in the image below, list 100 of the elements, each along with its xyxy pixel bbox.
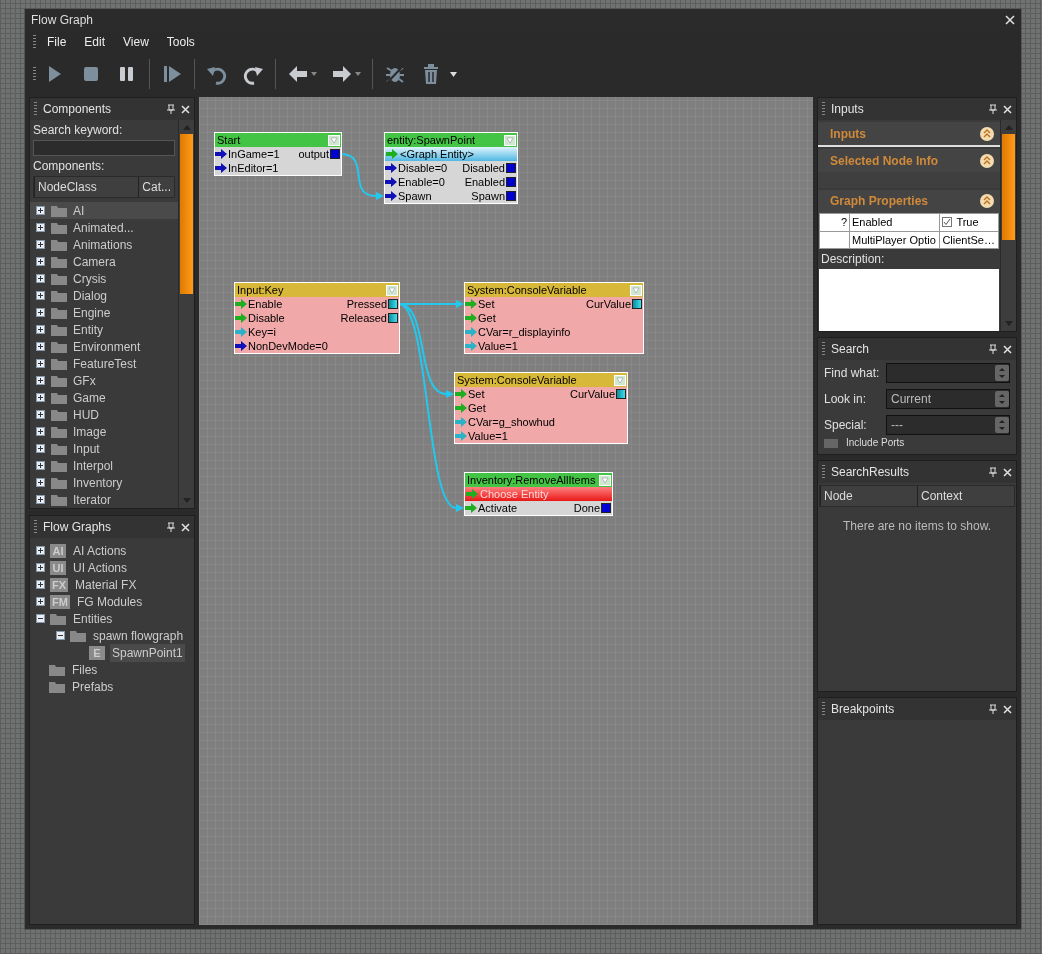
close-icon[interactable] — [181, 522, 190, 532]
tree-item[interactable]: FX Material FX — [36, 576, 194, 593]
close-icon[interactable] — [1003, 104, 1012, 114]
collapse-icon[interactable] — [980, 194, 994, 209]
title-bar[interactable]: Inventory:RemoveAllItems — [465, 473, 612, 487]
flow-node[interactable]: Input:Key Enable Pressed Disable Released Key=i NonDevMode=0 — [234, 282, 400, 354]
close-icon[interactable] — [1003, 704, 1012, 714]
tree-item[interactable]: Engine — [30, 304, 178, 321]
menu-item[interactable]: View — [116, 32, 156, 52]
expand-icon[interactable] — [36, 495, 45, 504]
expand-icon[interactable] — [36, 240, 45, 249]
close-icon[interactable] — [1005, 15, 1015, 25]
overflow-caret-icon[interactable] — [450, 71, 457, 77]
expand-icon[interactable] — [36, 257, 45, 266]
expand-icon[interactable] — [36, 427, 45, 436]
pin-icon[interactable] — [167, 522, 175, 532]
tree-item[interactable]: Entities — [36, 610, 194, 627]
expand-icon[interactable] — [36, 597, 45, 606]
title-bar[interactable]: entity:SpawnPoint — [385, 133, 517, 147]
entity-slot[interactable]: <Graph Entity> — [385, 147, 517, 161]
arrow-icon[interactable] — [215, 149, 227, 159]
expand-icon[interactable] — [36, 291, 45, 300]
scrollbar-thumb[interactable] — [1002, 134, 1015, 240]
tree-item[interactable]: Input — [30, 440, 178, 457]
tree-item[interactable]: AI — [30, 202, 178, 219]
tree-item[interactable]: Game — [30, 389, 178, 406]
port-icon[interactable] — [616, 389, 626, 399]
expand-icon[interactable] — [36, 478, 45, 487]
expand-icon[interactable] — [36, 444, 45, 453]
flow-node[interactable]: System:ConsoleVariable Set CurValue Get CVar=r_displayinfo Value=1 — [464, 282, 644, 354]
tree-item[interactable]: Interpol — [30, 457, 178, 474]
expand-icon[interactable] — [36, 274, 45, 283]
expand-icon[interactable] — [36, 376, 45, 385]
dropdown-field[interactable]: --- — [886, 415, 1010, 435]
menu-item[interactable]: File — [40, 32, 74, 52]
tree-item[interactable]: FeatureTest — [30, 355, 178, 372]
tree-item[interactable]: spawn flowgraph — [36, 627, 194, 644]
expand-icon[interactable] — [36, 206, 45, 215]
tree-item[interactable]: Prefabs — [36, 678, 194, 695]
arrow-icon[interactable] — [215, 163, 227, 173]
pin-icon[interactable] — [989, 344, 997, 354]
tree-item[interactable]: FM FG Modules — [36, 593, 194, 610]
tree-item[interactable]: HUD — [30, 406, 178, 423]
property-value[interactable]: ClientSe… — [939, 231, 999, 249]
tree-item[interactable]: Image — [30, 423, 178, 440]
title-bar[interactable]: System:ConsoleVariable — [455, 373, 627, 387]
collapse-icon[interactable] — [980, 126, 994, 141]
column-header[interactable]: Node — [820, 486, 917, 506]
expand-icon[interactable] — [36, 410, 45, 419]
title-bar[interactable]: Input:Key — [235, 283, 399, 297]
arrow-icon[interactable] — [235, 341, 247, 351]
expand-icon[interactable] — [36, 223, 45, 232]
title-bar[interactable]: Start — [215, 133, 341, 147]
scrollbar-thumb[interactable] — [180, 134, 193, 294]
expand-icon[interactable] — [36, 359, 45, 368]
arrow-icon[interactable] — [385, 191, 397, 201]
column-header[interactable]: Context — [917, 486, 1014, 506]
flow-node[interactable]: Start InGame=1 output InEditor=1 — [214, 132, 342, 176]
expand-icon[interactable] — [36, 342, 45, 351]
tree-item[interactable]: Crysis — [30, 270, 178, 287]
tree-item[interactable]: Entity — [30, 321, 178, 338]
tree-item[interactable]: Animations — [30, 236, 178, 253]
port-icon[interactable] — [632, 299, 642, 309]
flow-node[interactable]: Inventory:RemoveAllItems Choose Entity Activate Done — [464, 472, 613, 516]
checkbox[interactable]: Include Ports — [818, 438, 1016, 448]
expand-icon[interactable] — [36, 563, 45, 572]
tree-item[interactable]: AI AI Actions — [36, 542, 194, 559]
pin-icon[interactable] — [989, 467, 997, 477]
tree-item[interactable]: UI UI Actions — [36, 559, 194, 576]
expand-icon[interactable] — [36, 580, 45, 589]
collapse-icon[interactable] — [36, 614, 45, 623]
collapse-icon[interactable] — [56, 631, 65, 640]
tree-item[interactable]: Inventory — [30, 474, 178, 491]
expand-icon[interactable] — [36, 461, 45, 470]
dropdown-field[interactable] — [886, 363, 1010, 383]
scrollbar[interactable] — [178, 120, 194, 508]
tree-item[interactable]: Animated... — [30, 219, 178, 236]
search-field[interactable] — [33, 140, 175, 156]
tree-item[interactable]: Camera — [30, 253, 178, 270]
arrow-icon[interactable] — [385, 163, 397, 173]
tree-item[interactable]: Dialog — [30, 287, 178, 304]
close-icon[interactable] — [181, 104, 190, 114]
pin-icon[interactable] — [989, 104, 997, 114]
column-header[interactable]: Cat... — [138, 177, 174, 197]
close-icon[interactable] — [1003, 344, 1012, 354]
tree-item[interactable]: Files — [36, 661, 194, 678]
column-header[interactable]: NodeClass — [34, 177, 139, 197]
pin-icon[interactable] — [989, 704, 997, 714]
close-icon[interactable] — [1003, 467, 1012, 477]
expand-icon[interactable] — [36, 546, 45, 555]
menu-item[interactable]: Tools — [159, 32, 202, 52]
tree-item[interactable]: E SpawnPoint1 — [36, 644, 194, 661]
flow-node[interactable]: entity:SpawnPoint <Graph Entity> Disable=0 Disabled Enable=0 Enabled Spawn Spawn — [384, 132, 518, 204]
pin-icon[interactable] — [167, 104, 175, 114]
tree-item[interactable]: Environment — [30, 338, 178, 355]
arrow-icon[interactable] — [385, 177, 397, 187]
scrollbar[interactable] — [1000, 120, 1016, 331]
title-bar[interactable]: System:ConsoleVariable — [465, 283, 643, 297]
dropdown-field[interactable]: Current — [886, 389, 1010, 409]
expand-icon[interactable] — [36, 308, 45, 317]
